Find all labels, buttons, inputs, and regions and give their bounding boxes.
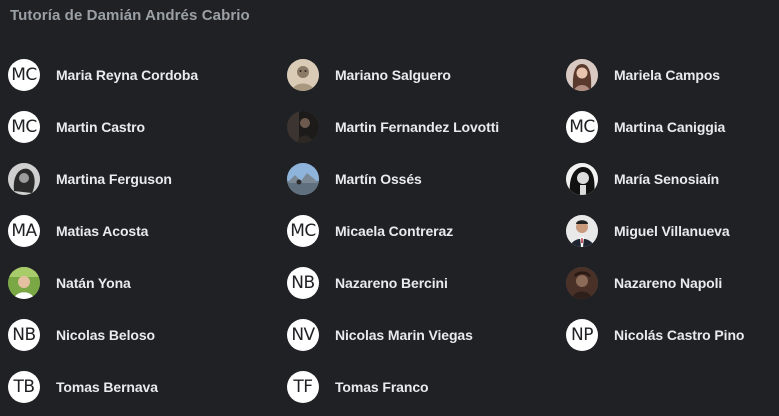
avatar-photo-icon[interactable] — [287, 111, 319, 143]
avatar-initials[interactable]: MC — [566, 111, 598, 143]
avatar-initials[interactable]: MC — [8, 59, 40, 91]
member-item-nazareno-napoli[interactable]: Nazareno Napoli — [566, 265, 722, 301]
member-item-matias-acosta[interactable]: MA Matias Acosta — [8, 213, 148, 249]
member-name[interactable]: Tomas Franco — [335, 379, 429, 395]
avatar-photo-icon[interactable] — [566, 163, 598, 195]
avatar-photo-icon[interactable] — [287, 59, 319, 91]
member-name[interactable]: Nicolás Castro Pino — [614, 327, 744, 343]
member-name[interactable]: Nicolas Marin Viegas — [335, 327, 473, 343]
member-name[interactable]: Martin Castro — [56, 119, 145, 135]
member-item-nicolas-beloso[interactable]: NB Nicolas Beloso — [8, 317, 155, 353]
avatar-initials[interactable]: MC — [287, 215, 319, 247]
member-name[interactable]: Natán Yona — [56, 275, 131, 291]
member-name[interactable]: Martina Caniggia — [614, 119, 725, 135]
avatar-photo-icon[interactable] — [8, 267, 40, 299]
avatar-photo-icon[interactable] — [8, 163, 40, 195]
member-name[interactable]: Miguel Villanueva — [614, 223, 730, 239]
member-name[interactable]: Martin Fernandez Lovotti — [335, 119, 499, 135]
avatar-photo-icon[interactable] — [566, 267, 598, 299]
member-item-martina-ferguson[interactable]: Martina Ferguson — [8, 161, 172, 197]
avatar-initials[interactable]: MC — [8, 111, 40, 143]
member-item-natan-yona[interactable]: Natán Yona — [8, 265, 131, 301]
member-name[interactable]: Matias Acosta — [56, 223, 148, 239]
member-name[interactable]: Maria Reyna Cordoba — [56, 67, 198, 83]
avatar-photo-icon[interactable] — [566, 215, 598, 247]
avatar-photo-icon[interactable] — [287, 163, 319, 195]
member-item-martin-fernandez-lovotti[interactable]: Martin Fernandez Lovotti — [287, 109, 499, 145]
member-name[interactable]: María Senosiaín — [614, 171, 719, 187]
avatar-initials[interactable]: NP — [566, 319, 598, 351]
member-name[interactable]: Nazareno Napoli — [614, 275, 722, 291]
member-name[interactable]: Martín Ossés — [335, 171, 422, 187]
member-name[interactable]: Micaela Contreraz — [335, 223, 453, 239]
member-item-martin-osses[interactable]: Martín Ossés — [287, 161, 422, 197]
member-name[interactable]: Martina Ferguson — [56, 171, 172, 187]
member-item-miguel-villanueva[interactable]: Miguel Villanueva — [566, 213, 730, 249]
member-item-nazareno-bercini[interactable]: NB Nazareno Bercini — [287, 265, 448, 301]
member-item-micaela-contreraz[interactable]: MC Micaela Contreraz — [287, 213, 453, 249]
member-name[interactable]: Mariano Salguero — [335, 67, 451, 83]
avatar-initials[interactable]: MA — [8, 215, 40, 247]
member-item-maria-senosiain[interactable]: María Senosiaín — [566, 161, 719, 197]
member-item-maria-reyna-cordoba[interactable]: MC Maria Reyna Cordoba — [8, 57, 198, 93]
member-item-nicolas-marin-viegas[interactable]: NV Nicolas Marin Viegas — [287, 317, 473, 353]
member-name[interactable]: Mariela Campos — [614, 67, 720, 83]
member-grid: MC Maria Reyna Cordoba Mariano Salguero Mar… — [0, 0, 779, 416]
member-item-martina-caniggia[interactable]: MC Martina Caniggia — [566, 109, 725, 145]
member-name[interactable]: Tomas Bernava — [56, 379, 158, 395]
member-item-mariano-salguero[interactable]: Mariano Salguero — [287, 57, 451, 93]
avatar-initials[interactable]: NV — [287, 319, 319, 351]
member-name[interactable]: Nicolas Beloso — [56, 327, 155, 343]
member-item-tomas-bernava[interactable]: TB Tomas Bernava — [8, 369, 158, 405]
member-item-nicolas-castro-pino[interactable]: NP Nicolás Castro Pino — [566, 317, 744, 353]
member-item-tomas-franco[interactable]: TF Tomas Franco — [287, 369, 429, 405]
member-item-martin-castro[interactable]: MC Martin Castro — [8, 109, 145, 145]
avatar-initials[interactable]: NB — [8, 319, 40, 351]
avatar-photo-icon[interactable] — [566, 59, 598, 91]
avatar-initials[interactable]: NB — [287, 267, 319, 299]
avatar-initials[interactable]: TF — [287, 371, 319, 403]
member-name[interactable]: Nazareno Bercini — [335, 275, 448, 291]
avatar-initials[interactable]: TB — [8, 371, 40, 403]
member-item-mariela-campos[interactable]: Mariela Campos — [566, 57, 720, 93]
